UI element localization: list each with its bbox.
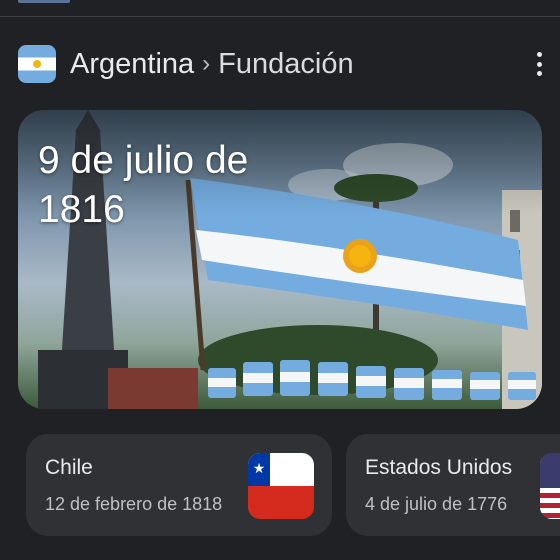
card-date: 4 de julio de 1776 <box>365 494 508 514</box>
breadcrumb-topic: Fundación <box>218 47 354 80</box>
header: Argentina › Fundación <box>18 44 560 84</box>
argentina-flag-icon <box>18 45 56 83</box>
card-date: 12 de febrero de 1818 <box>45 494 223 514</box>
top-bar <box>0 0 560 17</box>
top-tab-indicator <box>18 0 70 3</box>
hero-title: 9 de julio de 1816 <box>38 139 249 231</box>
card-title: Chile <box>45 456 93 479</box>
card-title: Estados Unidos <box>365 456 513 479</box>
hero-image-card[interactable]: 9 de julio de 1816 <box>18 110 542 409</box>
more-options-icon[interactable] <box>526 50 552 78</box>
breadcrumb: Argentina › Fundación <box>70 48 354 81</box>
card-chile[interactable]: Chile 12 de febrero de 1818 ★ <box>26 434 332 536</box>
breadcrumb-country[interactable]: Argentina <box>70 48 194 81</box>
card-usa[interactable]: Estados Unidos 4 de julio de 1776 <box>346 434 560 536</box>
breadcrumb-separator-icon: › <box>202 50 211 77</box>
usa-flag-icon <box>540 453 560 519</box>
chile-flag-icon: ★ <box>248 453 314 519</box>
